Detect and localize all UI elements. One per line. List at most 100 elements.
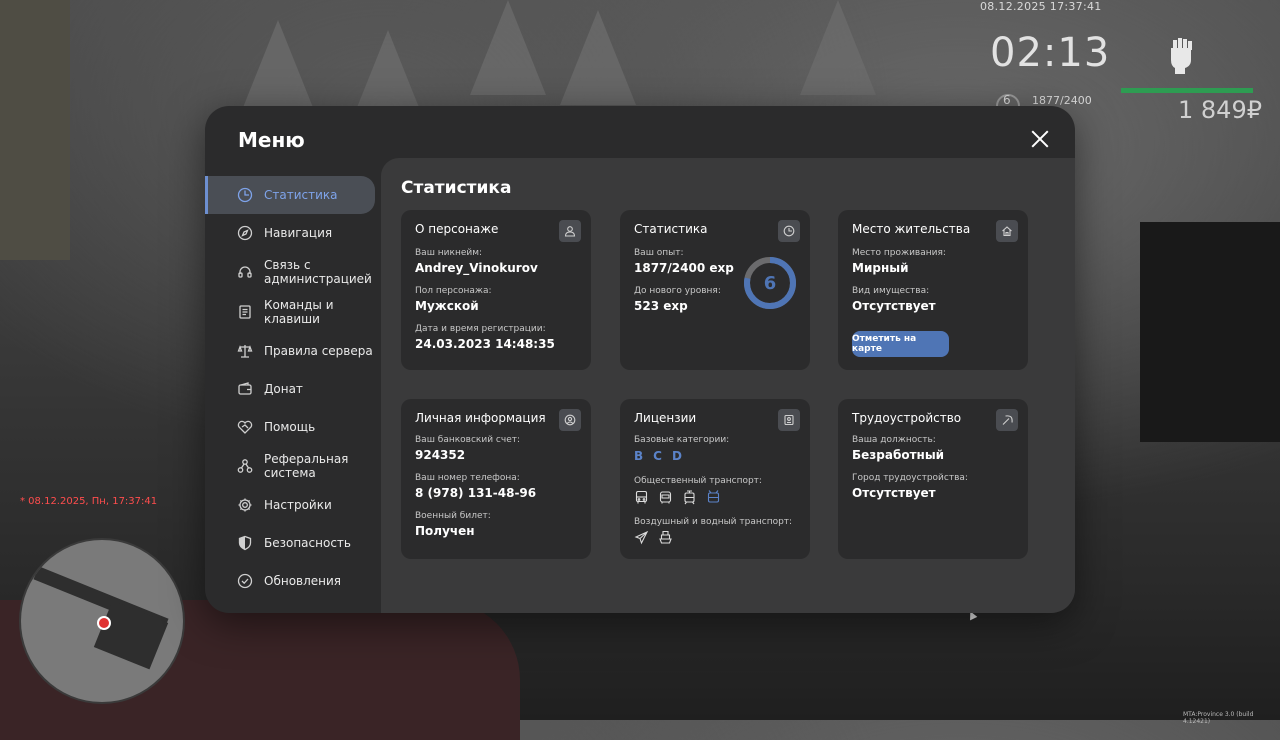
hud-datetime: 08.12.2025 17:37:41 — [980, 0, 1102, 13]
field-label: Дата и время регистрации: — [415, 324, 546, 334]
sidebar-item-label: Донат — [264, 382, 303, 396]
document-icon — [239, 305, 251, 319]
compass-icon — [237, 225, 253, 241]
sidebar-item-settings[interactable]: Настройки — [205, 486, 380, 524]
card-title: Место жительства — [852, 222, 971, 236]
dark-object — [1140, 222, 1280, 442]
health-bar — [1121, 88, 1253, 93]
field-label: Пол персонажа: — [415, 286, 492, 296]
sidebar-item-admin-contact[interactable]: Связь с администрацией — [205, 252, 380, 292]
public-transport-icons — [634, 490, 721, 505]
field-label: Базовые категории: — [634, 435, 730, 445]
fist-icon — [1171, 38, 1192, 74]
field-label: Военный билет: — [415, 511, 491, 521]
user-circle-icon — [559, 409, 581, 431]
building — [0, 0, 70, 260]
gender-value: Мужской — [415, 299, 479, 313]
headset-icon — [238, 266, 252, 278]
sidebar-item-label: Команды и клавиши — [264, 298, 334, 326]
employment-city-value: Отсутствует — [852, 486, 936, 500]
sidebar-item-label: Навигация — [264, 226, 333, 240]
version-label: MTA:Province 3.0 (build 4.12421) — [1183, 711, 1254, 725]
sidebar-item-updates[interactable]: Обновления — [205, 562, 380, 600]
sidebar-item-donate[interactable]: Донат — [205, 370, 380, 408]
field-label: Ваша должность: — [852, 435, 936, 445]
card-title: Личная информация — [415, 411, 546, 425]
card-title: Трудоустройство — [852, 411, 962, 425]
bank-value: 924352 — [415, 448, 466, 462]
check-circle-icon — [237, 573, 253, 589]
phone-value: 8 (978) 131-48-96 — [415, 486, 537, 500]
scales-icon — [237, 345, 253, 358]
sidebar-item-help[interactable]: Помощь — [205, 408, 380, 446]
sidebar-item-label: Статистика — [264, 188, 338, 202]
card-title: Статистика — [634, 222, 708, 236]
residence-value: Мирный — [852, 261, 909, 275]
field-label: Воздушный и водный транспорт: — [634, 517, 793, 527]
wallet-icon — [238, 382, 252, 395]
sidebar-item-commands[interactable]: Команды и клавиши — [205, 292, 380, 332]
employment-card: Трудоустройство Ваша должность: Безработ… — [838, 399, 1028, 559]
mark-on-map-button[interactable]: Отметить на карте — [852, 331, 949, 357]
handshake-icon — [237, 420, 253, 434]
clock-icon — [237, 187, 253, 203]
sidebar-item-rules[interactable]: Правила сервера — [205, 332, 380, 370]
personal-card: Личная информация Ваш банковский счет: 9… — [401, 399, 591, 559]
air-water-transport-icons — [634, 530, 673, 545]
nickname-value: Andrey_Vinokurov — [415, 261, 538, 275]
sidebar-item-label: Реферальная система — [264, 452, 349, 480]
license-category-d: D — [671, 449, 682, 463]
position-value: Безработный — [852, 448, 945, 462]
menu-window: Меню Статистика Навигация Связь с админи… — [205, 106, 1075, 613]
minimap-road — [93, 600, 169, 670]
license-category-b: B — [634, 449, 644, 463]
menu-title: Меню — [238, 128, 305, 152]
licenses-card: Лицензии Базовые категории: B C D Общест… — [620, 399, 810, 559]
home-icon — [996, 220, 1018, 242]
level-number: 6 — [763, 272, 777, 294]
hud-datetime-secondary: * 08.12.2025, Пн, 17:37:41 — [20, 496, 158, 507]
network-icon — [237, 459, 253, 473]
shield-icon — [238, 535, 252, 551]
sidebar-item-statistics[interactable]: Статистика — [205, 176, 375, 214]
registration-value: 24.03.2023 14:48:35 — [415, 337, 555, 351]
sidebar-item-security[interactable]: Безопасность — [205, 524, 380, 562]
sidebar-item-label: Правила сервера — [264, 344, 373, 358]
sidebar-item-label: Обновления — [264, 574, 342, 588]
trolleybus-icon — [707, 490, 720, 503]
exp-value: 1877/2400 exp — [634, 261, 734, 275]
hud-clock: 02:13 — [990, 30, 1111, 76]
hud-money: 1 849₽ — [1178, 96, 1262, 124]
character-card: О персонаже Ваш никнейм: Andrey_Vinokuro… — [401, 210, 591, 370]
close-button[interactable] — [1027, 126, 1053, 152]
sidebar-item-label: Безопасность — [264, 536, 351, 550]
sidebar-item-navigation[interactable]: Навигация — [205, 214, 380, 252]
sidebar: Статистика Навигация Связь с администрац… — [205, 176, 380, 600]
tree — [560, 10, 636, 105]
sidebar-item-label: Помощь — [264, 420, 316, 434]
field-label: Ваш опыт: — [634, 248, 684, 258]
stats-card: Статистика Ваш опыт: 1877/2400 exp До но… — [620, 210, 810, 370]
tram-icon — [684, 490, 695, 505]
tree — [240, 20, 316, 115]
content-panel: Статистика О персонаже Ваш никнейм: Andr… — [381, 158, 1075, 613]
residence-card: Место жительства Место проживания: Мирны… — [838, 210, 1028, 370]
sidebar-item-label: Связь с администрацией — [264, 258, 372, 286]
field-label: Ваш банковский счет: — [415, 435, 521, 445]
field-label: Город трудоустройства: — [852, 473, 968, 483]
tree — [800, 0, 876, 95]
minimap — [21, 540, 183, 702]
military-value: Получен — [415, 524, 475, 538]
field-label: Ваш никнейм: — [415, 248, 483, 258]
field-label: Ваш номер телефона: — [415, 473, 520, 483]
bus-icon — [635, 490, 648, 504]
field-label: Общественный транспорт: — [634, 476, 762, 486]
next-level-value: 523 exp — [634, 299, 688, 313]
coach-icon — [659, 491, 672, 504]
card-title: Лицензии — [634, 411, 697, 425]
property-value: Отсутствует — [852, 299, 936, 313]
plane-icon — [634, 530, 649, 545]
sidebar-item-referral[interactable]: Реферальная система — [205, 446, 380, 486]
pickaxe-icon — [996, 409, 1018, 431]
id-card-icon — [778, 409, 800, 431]
